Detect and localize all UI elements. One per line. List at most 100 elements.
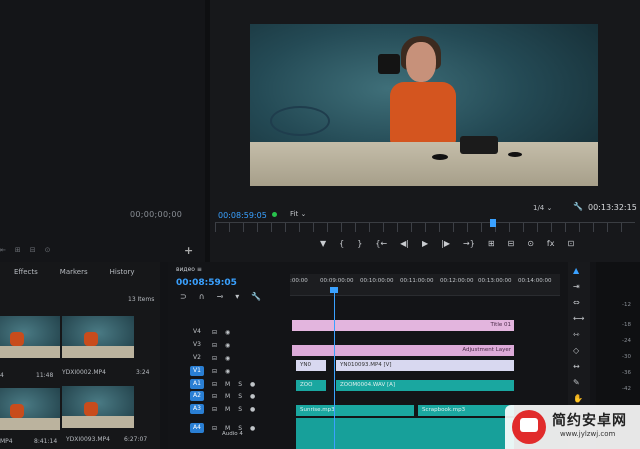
sync-lock-icon[interactable]: ⊟: [212, 355, 217, 362]
rate-stretch-icon[interactable]: ⇿: [573, 330, 580, 339]
sync-lock-icon[interactable]: ⊟: [212, 381, 217, 388]
razor-icon[interactable]: ◇: [573, 346, 579, 355]
meter-label: -36: [622, 370, 631, 376]
media-thumbnail[interactable]: [62, 386, 134, 428]
program-transport: ▼ { } {← ◀| ▶ |▶ →} ⊞ ⊟ ⊙ fx ⊡: [320, 239, 574, 248]
hand-icon[interactable]: ✋: [573, 394, 583, 403]
program-scrub-bar[interactable]: [215, 222, 635, 232]
sync-lock-icon[interactable]: ⊟: [212, 425, 217, 432]
rolling-edit-icon[interactable]: ⟷: [573, 314, 584, 323]
go-to-out-icon[interactable]: →}: [463, 239, 475, 248]
overwrite-icon[interactable]: ⊟: [30, 246, 36, 254]
track-select-icon[interactable]: ⇥: [573, 282, 580, 291]
tab-effects[interactable]: Effects: [14, 268, 38, 276]
solo-icon[interactable]: S: [238, 381, 242, 388]
audio-clip-a4[interactable]: [296, 418, 514, 449]
export-frame-icon[interactable]: ⊙: [527, 239, 534, 248]
fx-icon[interactable]: fx: [547, 239, 555, 248]
mute-icon[interactable]: M: [225, 393, 230, 400]
audio-clip[interactable]: ZOOM0004.WAV [A]: [336, 380, 514, 391]
mic-icon[interactable]: ●: [250, 393, 255, 400]
sync-lock-icon[interactable]: ⊟: [212, 368, 217, 375]
track-header-v2[interactable]: V2 ⊟ ◉: [190, 352, 290, 364]
sequence-tab[interactable]: видео ≡: [176, 266, 202, 273]
quality-dropdown[interactable]: 1/4 ⌄: [533, 204, 552, 212]
insert-icon[interactable]: ⊞: [15, 246, 21, 254]
wrench-icon[interactable]: 🔧: [251, 292, 261, 301]
sequence-timecode[interactable]: 00:08:59:05: [176, 278, 237, 288]
nest-icon[interactable]: ⊃: [180, 292, 187, 301]
eye-icon[interactable]: ◉: [225, 342, 230, 349]
track-header-a2[interactable]: A2 ⊟ M S ●: [190, 390, 290, 402]
play-icon[interactable]: ▶: [422, 239, 428, 248]
mic-icon[interactable]: ●: [250, 381, 255, 388]
mark-in-icon[interactable]: ⇤: [0, 246, 6, 254]
eye-icon[interactable]: ◉: [225, 355, 230, 362]
sync-lock-icon[interactable]: ⊟: [212, 329, 217, 336]
camera-held: [378, 54, 400, 74]
sync-lock-icon[interactable]: ⊟: [212, 406, 217, 413]
ripple-edit-icon[interactable]: ⇔: [573, 298, 580, 307]
mic-icon[interactable]: ●: [250, 406, 255, 413]
go-to-in-icon[interactable]: {←: [375, 239, 387, 248]
program-playhead[interactable]: [490, 219, 496, 227]
pen-icon[interactable]: ✎: [573, 378, 580, 387]
lift-icon[interactable]: ⊞: [488, 239, 495, 248]
audio-clip[interactable]: Sunrise.mp3: [296, 405, 414, 416]
sync-lock-icon[interactable]: ⊟: [212, 393, 217, 400]
marker-icon[interactable]: ▼: [320, 239, 326, 248]
program-video-frame: [250, 24, 598, 186]
track-header-v1[interactable]: V1 ⊟ ◉: [190, 365, 290, 377]
title-clip[interactable]: Title 01: [292, 320, 514, 331]
video-clip[interactable]: YN010093.MP4 [V]: [336, 360, 514, 371]
program-timecode[interactable]: 00:08:59:05: [218, 211, 267, 220]
marker-icon[interactable]: ▾: [235, 292, 239, 301]
meter-label: -18: [622, 322, 631, 328]
adjustment-layer-clip[interactable]: Adjustment Layer: [292, 345, 514, 356]
video-clip[interactable]: YN0: [296, 360, 326, 371]
step-back-icon[interactable]: ◀|: [400, 239, 409, 248]
clip-label: Scrapbook.mp3: [422, 407, 466, 413]
media-thumbnail[interactable]: [62, 316, 134, 358]
playhead-line: [334, 290, 335, 449]
track-name: V4: [193, 328, 201, 335]
thumb-name: 4: [0, 372, 4, 379]
track-header-v3[interactable]: V3 ⊟ ◉: [190, 339, 290, 351]
source-transport: ⇤ ⊞ ⊟ ⊙: [0, 246, 51, 254]
step-forward-icon[interactable]: |▶: [441, 239, 450, 248]
mic-icon[interactable]: ●: [250, 425, 255, 432]
eye-icon[interactable]: ◉: [225, 368, 230, 375]
source-timecode[interactable]: 00;00;00;00: [130, 210, 182, 219]
camera-icon[interactable]: ⊙: [45, 246, 51, 254]
fit-dropdown[interactable]: Fit ⌄: [290, 210, 306, 218]
extract-icon[interactable]: ⊟: [508, 239, 515, 248]
track-header-v4[interactable]: V4 ⊟ ◉: [190, 326, 290, 338]
solo-icon[interactable]: S: [238, 406, 242, 413]
mark-out-icon[interactable]: }: [357, 239, 362, 248]
tab-markers[interactable]: Markers: [60, 268, 88, 276]
thumb-duration: 3:24: [136, 369, 150, 376]
source-add-button[interactable]: +: [184, 244, 193, 257]
media-thumbnail[interactable]: [0, 316, 60, 358]
audio-clip[interactable]: Scrapbook.mp3: [418, 405, 514, 416]
mute-icon[interactable]: M: [225, 406, 230, 413]
thumb-name: MP4: [0, 438, 13, 445]
track-header-a3[interactable]: A3 ⊟ M S ●: [190, 403, 290, 415]
track-name: V1: [190, 366, 204, 376]
selection-tool-icon[interactable]: ▲: [573, 266, 579, 275]
slip-icon[interactable]: ↔: [573, 362, 580, 371]
sync-lock-icon[interactable]: ⊟: [212, 342, 217, 349]
linked-icon[interactable]: ⊸: [217, 292, 224, 301]
snap-icon[interactable]: ∩: [199, 292, 205, 301]
tab-history[interactable]: History: [110, 268, 135, 276]
eye-icon[interactable]: ◉: [225, 329, 230, 336]
mark-in-icon[interactable]: {: [339, 239, 344, 248]
wrench-icon[interactable]: 🔧: [573, 202, 583, 211]
audio-clip[interactable]: ZOO: [296, 380, 326, 391]
media-thumbnail[interactable]: [0, 388, 60, 430]
solo-icon[interactable]: S: [238, 393, 242, 400]
thumb-table: [62, 346, 134, 358]
compare-icon[interactable]: ⊡: [567, 239, 574, 248]
mute-icon[interactable]: M: [225, 381, 230, 388]
track-header-a1[interactable]: A1 ⊟ M S ●: [190, 378, 290, 390]
